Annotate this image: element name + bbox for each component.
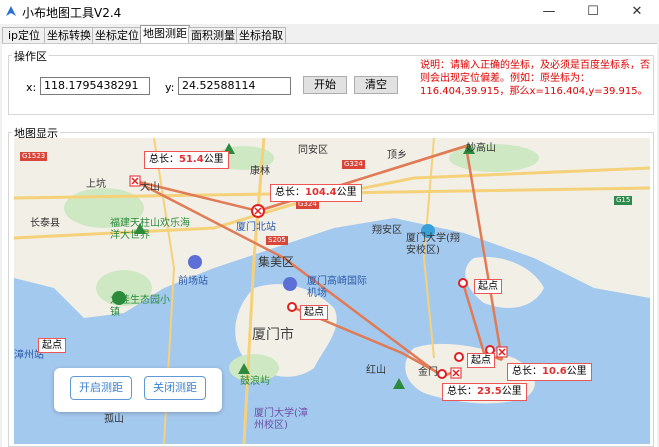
- place-dashan: 大山: [140, 182, 160, 193]
- place-hongshan: 红山: [366, 365, 386, 376]
- place-xiamen-univ2: 厦门大学(漳州校区): [254, 408, 308, 431]
- y-label: y:: [165, 81, 175, 94]
- app-icon: [6, 6, 16, 16]
- map-view[interactable]: G1523 G15 G324 G324 S205 康林 同安区 妙高山 顶乡 翔…: [14, 138, 650, 444]
- tab-coord-convert[interactable]: 坐标转换: [44, 27, 94, 44]
- distance-label: 总长：10.6公里: [507, 363, 592, 381]
- tab-ip-location[interactable]: ip定位: [2, 27, 46, 44]
- close-button[interactable]: ✕: [615, 0, 659, 24]
- hint-text: 说明：请输入正确的坐标，及必须是百度坐标系，否则会出现定位偏差。例如：原坐标为：…: [420, 60, 650, 97]
- measure-start-button[interactable]: 开启测距: [70, 376, 132, 400]
- tab-coord-pick[interactable]: 坐标拾取: [236, 27, 286, 44]
- measure-stop-button[interactable]: 关闭测距: [144, 376, 206, 400]
- place-xiamen-airport: 厦门高崎国际机场: [307, 276, 367, 299]
- x-input[interactable]: [40, 77, 150, 95]
- clear-button[interactable]: 清空: [354, 76, 398, 94]
- x-label: x:: [26, 81, 37, 94]
- place-kanglin: 康林: [250, 166, 270, 177]
- place-xiamen-north: 厦门北站: [236, 222, 276, 233]
- place-xiangan: 翔安区: [372, 225, 402, 236]
- start-marker-label: 起点: [467, 353, 495, 368]
- tab-area-measure[interactable]: 面积测量: [188, 27, 238, 44]
- title-bar: 小布地图工具V2.4 — ☐ ✕: [0, 0, 659, 24]
- start-button[interactable]: 开始: [303, 76, 347, 94]
- distance-label: 总长：23.5公里: [442, 383, 527, 401]
- y-input[interactable]: [178, 77, 291, 95]
- place-fujian-park: 福建天柱山欢乐海洋大世界: [110, 218, 190, 241]
- minimize-button[interactable]: —: [527, 0, 571, 24]
- place-dingxi: 顶乡: [387, 150, 407, 161]
- place-xiamen-univ: 厦门大学(翔安校区): [406, 233, 460, 256]
- place-miaogaoshan: 妙高山: [466, 143, 496, 154]
- place-gulangyu: 鼓浪屿: [240, 376, 270, 387]
- start-marker-label: 起点: [474, 279, 502, 294]
- place-xiamen: 厦门市: [252, 327, 294, 343]
- operation-group-label: 操作区: [12, 48, 49, 64]
- maximize-button[interactable]: ☐: [571, 0, 615, 24]
- distance-label: 总长：104.4公里: [270, 184, 362, 202]
- place-tongan: 同安区: [298, 145, 328, 156]
- window-title: 小布地图工具V2.4: [22, 6, 122, 20]
- place-longchi: 龙佳生态园小镇: [110, 295, 170, 318]
- road-sign: G1523: [20, 152, 48, 161]
- road-sign: G324: [342, 160, 365, 169]
- place-gushan: 孤山: [104, 414, 124, 425]
- place-jinmen: 金门: [418, 367, 438, 378]
- place-changtai: 长泰县: [30, 218, 60, 229]
- road-sign: S205: [266, 236, 288, 245]
- start-marker-label: 起点: [38, 338, 66, 353]
- measure-control: 开启测距 关闭测距: [54, 368, 222, 412]
- place-shangshi: 上坑: [86, 179, 106, 190]
- place-jimei: 集美区: [258, 255, 295, 269]
- road-sign: G15: [614, 196, 633, 205]
- place-qianchang: 前场站: [178, 276, 208, 287]
- tab-coord-locate[interactable]: 坐标定位: [92, 27, 142, 44]
- start-marker-label: 起点: [300, 305, 328, 320]
- tab-map-distance[interactable]: 地图测距: [140, 25, 190, 45]
- distance-label: 总长：51.4公里: [144, 151, 229, 169]
